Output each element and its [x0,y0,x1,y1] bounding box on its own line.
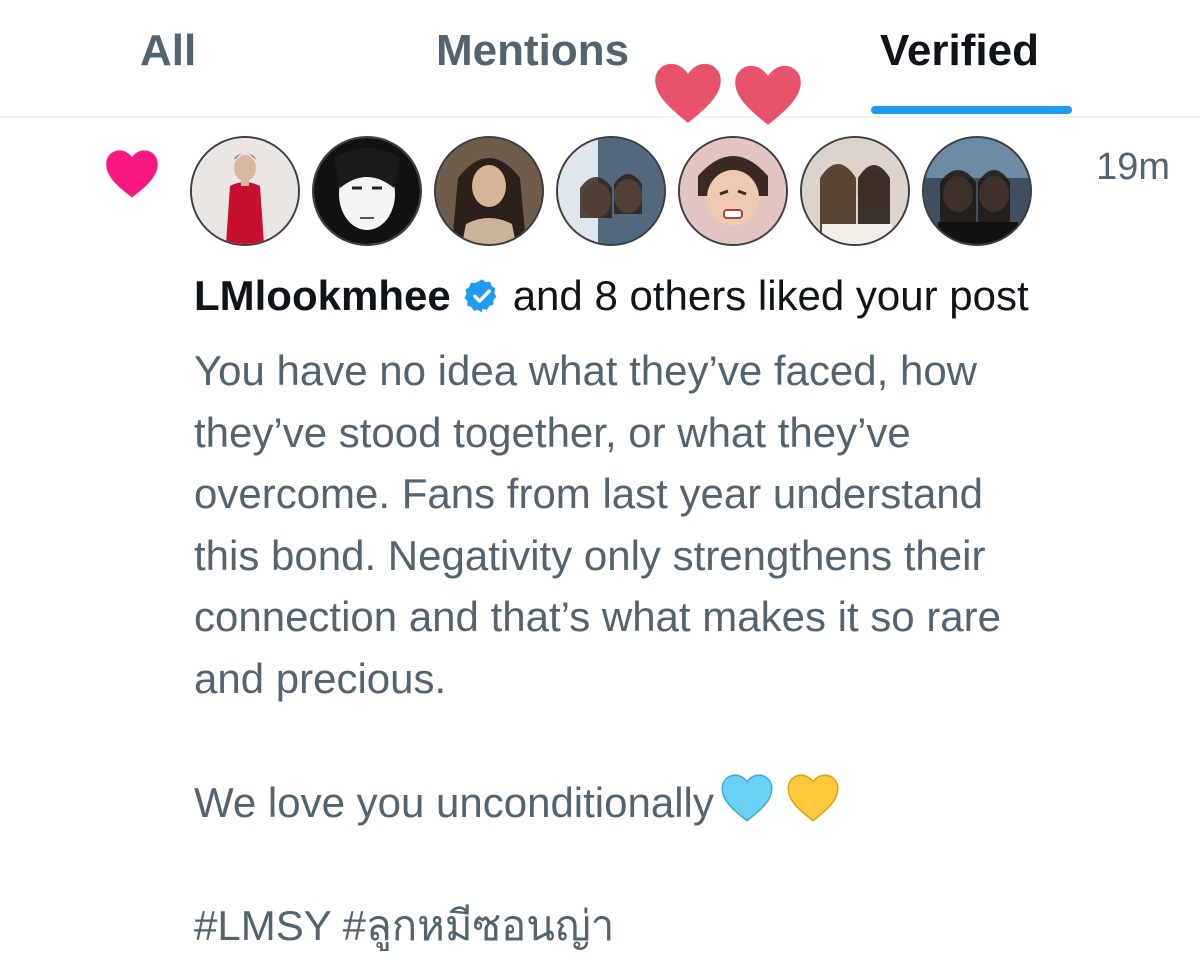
liked-text: and 8 others liked your post [512,272,1029,319]
timestamp: 19m [1096,146,1170,188]
tab-all[interactable]: All [140,26,196,76]
hashtags[interactable]: #LMSY #ลูกหมีซอนญ่า [194,902,614,949]
post-text: You have no idea what they’ve faced, how… [194,340,1174,956]
avatar[interactable] [556,136,666,246]
verified-badge-icon [464,279,497,313]
active-tab-indicator [871,106,1072,114]
decorative-heart-icon [652,61,724,126]
avatar[interactable] [434,136,544,246]
tab-mentions[interactable]: Mentions [436,26,629,76]
avatar[interactable] [800,136,910,246]
tab-verified[interactable]: Verified [880,26,1039,76]
post-body: You have no idea what they’ve faced, how… [194,347,1002,826]
avatar[interactable] [190,136,300,246]
light-blue-heart-icon [721,774,773,822]
heart-icon [106,150,158,198]
yellow-heart-icon [787,774,839,822]
avatar[interactable] [922,136,1032,246]
avatar[interactable] [678,136,788,246]
decorative-heart-icon [732,63,804,128]
liked-summary: LMlookmhee and 8 others liked your post [194,272,1029,320]
tabs-divider [0,116,1200,118]
username-link[interactable]: LMlookmhee [194,272,451,320]
notification-tabs: All Mentions Verified [0,0,1200,116]
avatar[interactable] [312,136,422,246]
